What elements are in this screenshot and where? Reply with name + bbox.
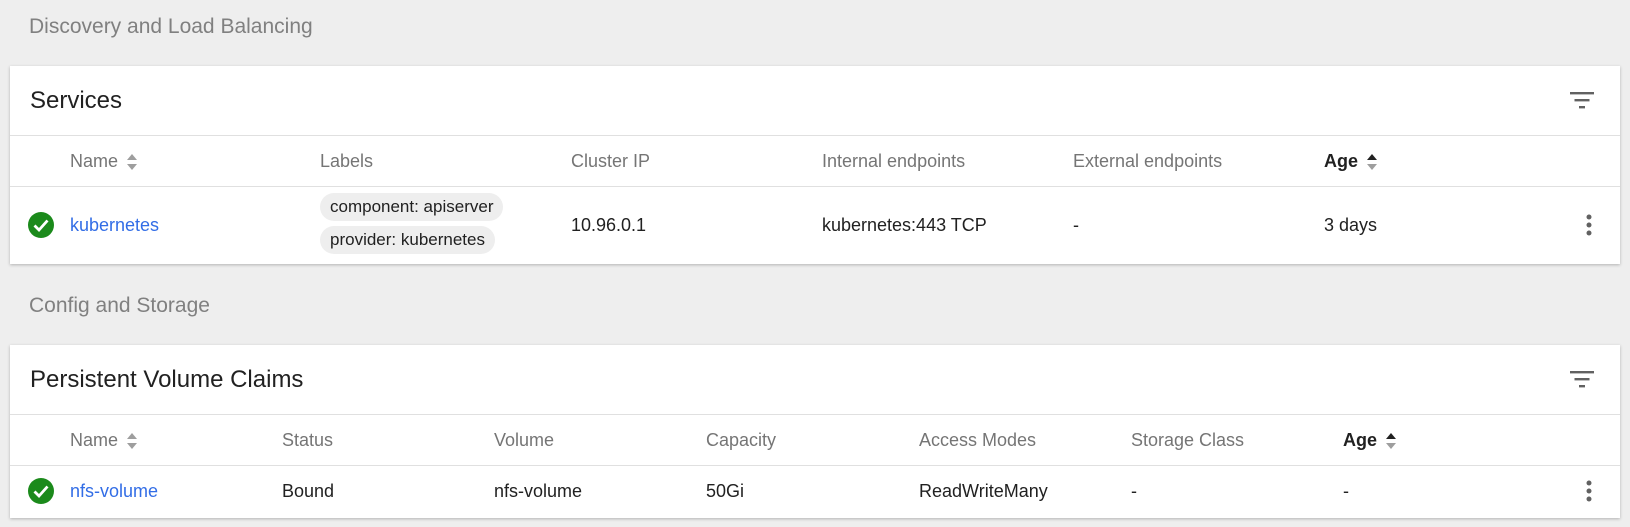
- external-endpoints: -: [1073, 215, 1079, 235]
- pvc-col-status: Status: [282, 430, 334, 450]
- services-card-header: Services: [10, 66, 1620, 136]
- pvc-access-modes: ReadWriteMany: [919, 481, 1048, 501]
- more-vert-icon[interactable]: [1584, 213, 1594, 237]
- pvc-col-age-label: Age: [1343, 430, 1378, 450]
- label-chip: component: apiserver: [320, 193, 504, 221]
- pvc-status: Bound: [282, 481, 335, 501]
- services-table-header: Name Labels Cluster IP Internal endpoint…: [10, 136, 1620, 187]
- service-name-link[interactable]: kubernetes: [70, 215, 159, 236]
- more-vert-icon[interactable]: [1584, 479, 1594, 503]
- services-col-age[interactable]: Age: [1324, 151, 1378, 172]
- service-age: 3 days: [1324, 215, 1378, 235]
- services-card: Services Name Labels Cluster IP Internal…: [10, 66, 1620, 264]
- sort-icon[interactable]: [126, 431, 138, 451]
- services-col-internal-endpoints: Internal endpoints: [822, 151, 966, 171]
- pvc-age: -: [1343, 481, 1349, 501]
- services-col-age-label: Age: [1324, 151, 1359, 171]
- sort-icon[interactable]: [1385, 431, 1397, 451]
- section-title-config: Config and Storage: [29, 294, 210, 317]
- table-row: kubernetes component: apiserver provider…: [10, 187, 1620, 263]
- services-col-name-label: Name: [70, 151, 119, 171]
- pvc-col-age[interactable]: Age: [1343, 430, 1397, 451]
- check-circle-icon: [28, 212, 54, 238]
- services-col-external-endpoints: External endpoints: [1073, 151, 1223, 171]
- pvc-capacity: 50Gi: [706, 481, 745, 501]
- pvc-card-header: Persistent Volume Claims: [10, 345, 1620, 415]
- table-row: nfs-volume Bound nfs-volume 50Gi ReadWri…: [10, 466, 1620, 516]
- pvc-col-access-modes: Access Modes: [919, 430, 1037, 450]
- sort-icon[interactable]: [126, 152, 138, 172]
- section-title-discovery: Discovery and Load Balancing: [29, 15, 313, 38]
- pvc-col-name-label: Name: [70, 430, 119, 450]
- pvc-table-header: Name Status Volume Capacity Access Modes…: [10, 415, 1620, 466]
- pvc-volume: nfs-volume: [494, 481, 583, 501]
- filter-icon[interactable]: [1568, 368, 1596, 390]
- pvc-card: Persistent Volume Claims Name Status Vol…: [10, 345, 1620, 518]
- services-col-cluster-ip: Cluster IP: [571, 151, 651, 171]
- services-col-labels: Labels: [320, 151, 374, 171]
- label-chip: provider: kubernetes: [320, 226, 495, 254]
- page: Discovery and Load Balancing Services Na…: [0, 0, 1630, 527]
- services-card-title: Services: [30, 87, 123, 114]
- labels-chips: component: apiserver provider: kubernete…: [320, 193, 504, 254]
- pvc-col-name[interactable]: Name: [70, 430, 138, 451]
- cluster-ip: 10.96.0.1: [571, 215, 647, 235]
- filter-icon[interactable]: [1568, 89, 1596, 111]
- pvc-col-storage-class: Storage Class: [1131, 430, 1245, 450]
- internal-endpoints: kubernetes:443 TCP: [822, 215, 987, 235]
- check-circle-icon: [28, 478, 54, 504]
- services-col-name[interactable]: Name: [70, 151, 138, 172]
- pvc-col-volume: Volume: [494, 430, 555, 450]
- sort-icon[interactable]: [1366, 152, 1378, 172]
- pvc-name-link[interactable]: nfs-volume: [70, 481, 158, 502]
- pvc-storage-class: -: [1131, 481, 1137, 501]
- pvc-col-capacity: Capacity: [706, 430, 777, 450]
- pvc-card-title: Persistent Volume Claims: [30, 366, 304, 393]
